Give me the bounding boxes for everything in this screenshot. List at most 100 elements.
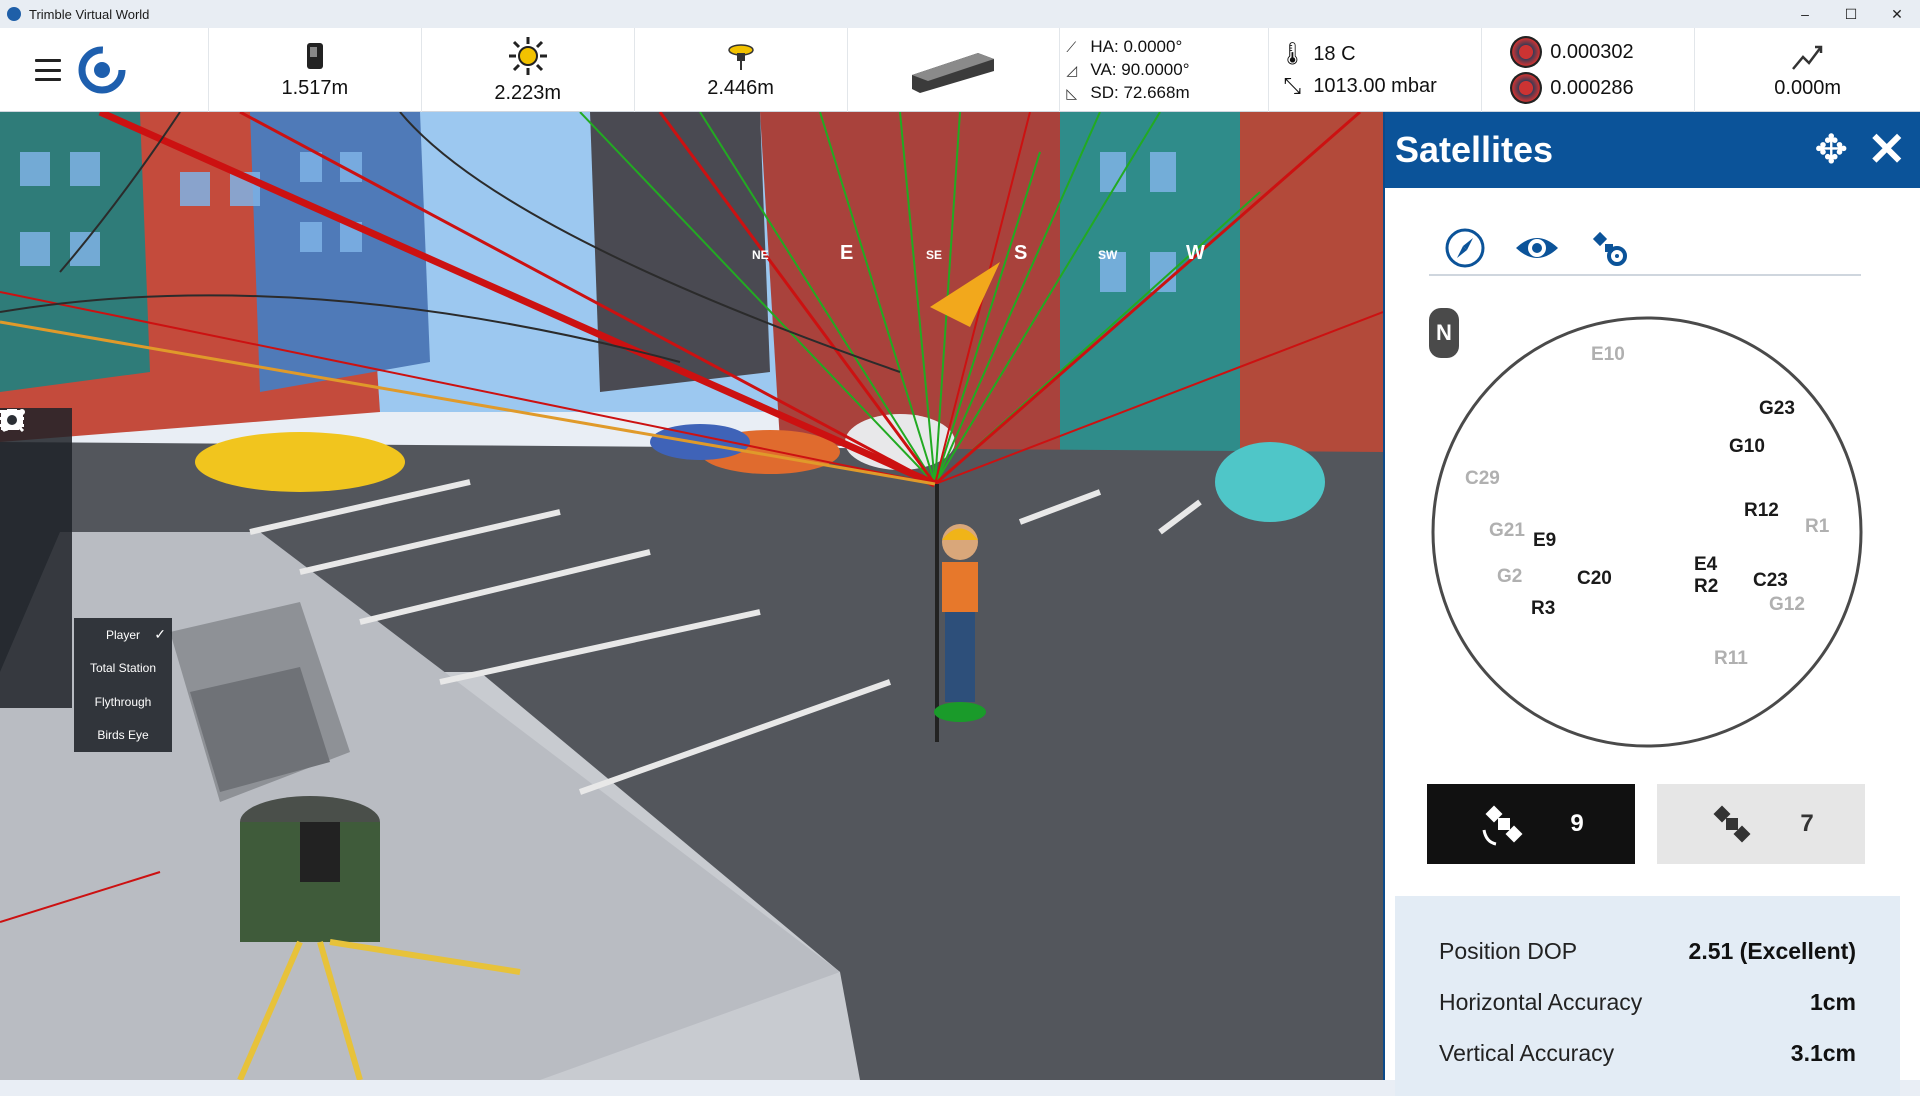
sat-G21[interactable]: G21 [1489,520,1525,542]
hamburger-menu-icon[interactable] [35,59,61,81]
sat-G10[interactable]: G10 [1729,436,1765,458]
stat-value: 1cm [1809,989,1856,1015]
close-window-button[interactable]: ✕ [1874,0,1920,28]
sat-G12[interactable]: G12 [1769,594,1805,616]
sat-C23[interactable]: C23 [1753,570,1788,592]
sat-C20[interactable]: C20 [1577,568,1612,590]
sat-G2[interactable]: G2 [1497,566,1522,588]
temperature-value: 18 C [1313,42,1356,65]
ha-value: HA: 0.0000° [1090,37,1183,56]
panel-title: Satellites [1395,129,1554,170]
slope-distance-icon: ◺ [1066,84,1078,101]
stat-label: Position DOP [1439,938,1578,964]
angles-readout: ⟋ HA: 0.0000° ◿ VA: 90.0000° ◺ SD: 72.668m [1060,28,1270,112]
horizontal-angle-icon: ⟋ [1066,38,1077,55]
sat-E9[interactable]: E9 [1533,530,1556,552]
vertical-angle-icon: ◿ [1066,61,1078,78]
untracked-satellites-button[interactable]: 7 [1657,784,1865,864]
tools-icon[interactable] [0,409,72,608]
satellite-icon [1713,805,1751,843]
stat-value: 3.1cm [1790,1040,1856,1066]
satellites-panel: Satellites ✥ ✕ N E10 G23 G10 C29 R12 R1 … [1383,112,1920,1096]
compass-se: SE [926,248,943,262]
va-value: VA: 90.0000° [1090,60,1190,79]
sat-R2[interactable]: R2 [1694,576,1718,598]
tracked-satellites-button[interactable]: 9 [1427,784,1635,864]
maximize-button[interactable]: ☐ [1828,0,1874,28]
compass-strip: NE E SE S SW W [740,242,1220,272]
scene-viewport[interactable]: NE E SE S SW W Player ✓ Total Station Fly… [0,112,1383,1080]
weather-readout[interactable]: 🌡 18 C ⤡ 1013.00 mbar [1269,28,1483,112]
elevation-value: 0.000m [1774,76,1841,99]
panel-header: Satellites ✥ ✕ [1385,112,1920,188]
receiver-height-value: 1.517m [281,76,349,99]
camera-settings-icon[interactable] [0,409,72,708]
sat-E10[interactable]: E10 [1591,344,1625,366]
satellite-signal-icon [1482,805,1523,846]
position-dop-row: Position DOP 2.51 (Excellent) [1439,926,1856,977]
view-option-birds-eye[interactable]: Birds Eye [74,719,172,753]
tab-skyplot[interactable] [1429,224,1501,272]
sat-G23[interactable]: G23 [1759,398,1795,420]
view-option-label: Player [105,627,140,642]
stat-label: Horizontal Accuracy [1439,989,1643,1015]
tab-satellite-settings[interactable] [1573,224,1645,272]
sat-R12[interactable]: R12 [1744,500,1779,522]
compass-w: W [1186,242,1205,264]
checkmark-icon: ✓ [154,626,166,643]
close-icon[interactable]: ✕ [1867,124,1906,174]
sat-R11[interactable]: R11 [1714,648,1748,670]
elevation-cell[interactable]: 0.000m [1695,28,1920,112]
gnss-antenna-icon [727,43,754,70]
compass-sw: SW [1098,248,1118,262]
receiver-icon [306,42,323,69]
satellite-settings-icon [1592,231,1627,266]
sat-E4[interactable]: E4 [1694,554,1717,576]
trimble-logo [78,46,126,94]
antenna-height-cell[interactable]: 2.446m [635,28,848,112]
view-option-label: Birds Eye [97,728,149,743]
view-option-label: Total Station [89,661,157,676]
stat-value: 2.51 (Excellent) [1688,938,1856,964]
ruler-wedge-icon [912,53,995,93]
compass-icon [1445,228,1485,268]
sat-C29[interactable]: C29 [1465,468,1500,490]
precision-readout[interactable]: 0.000302 0.000286 [1482,28,1696,112]
minimize-button[interactable]: – [1782,0,1828,28]
view-option-label: Flythrough [94,694,152,709]
view-option-flythrough[interactable]: Flythrough [74,685,172,719]
antenna-height-value: 2.446m [707,76,774,99]
instrument-cell[interactable] [848,28,1061,112]
prism-height-value: 2.223m [494,81,562,104]
prism-height-cell[interactable]: 2.223m [422,28,635,112]
move-icon[interactable]: ✥ [1814,128,1848,172]
thermometer-icon: 🌡 [1278,41,1307,66]
sky-plot: N E10 G23 G10 C29 R12 R1 G21 E9 G2 C20 E… [1429,302,1865,758]
view-mode-menu: Player ✓ Total Station Flythrough Birds E… [74,618,172,752]
view-option-total-station[interactable]: Total Station [74,652,172,686]
window-title: Trimble Virtual World [29,6,150,22]
top-toolbar: 1.517m 2.223m 2.446m ⟋ HA: 0.0000° ◿ VA: 9… [0,28,1920,112]
eye-icon [1516,238,1558,258]
draw-tool-icon[interactable] [0,410,72,558]
sd-value: SD: 72.668m [1090,83,1190,102]
pressure-value: 1013.00 mbar [1313,74,1437,97]
panel-tabs [1429,224,1861,276]
view-option-player[interactable]: Player ✓ [74,618,172,652]
sat-R1[interactable]: R1 [1805,516,1829,538]
compass-ne: NE [752,248,769,262]
vertical-precision-icon [1510,72,1543,104]
app-icon [7,7,21,21]
horizontal-accuracy-row: Horizontal Accuracy 1cm [1439,977,1856,1028]
north-indicator: N [1429,308,1459,358]
map-pin-icon[interactable] [0,410,72,508]
receiver-height-cell[interactable]: 1.517m [209,28,422,112]
tool-rail [0,408,72,708]
list-view-icon[interactable] [0,410,72,658]
sat-R3[interactable]: R3 [1531,598,1555,620]
tab-visibility[interactable] [1501,224,1573,272]
horizontal-precision-icon [1510,36,1543,68]
accuracy-summary: Position DOP 2.51 (Excellent) Horizontal … [1395,896,1900,1096]
untracked-count: 7 [1800,810,1814,837]
prism-sun-icon [508,36,547,75]
